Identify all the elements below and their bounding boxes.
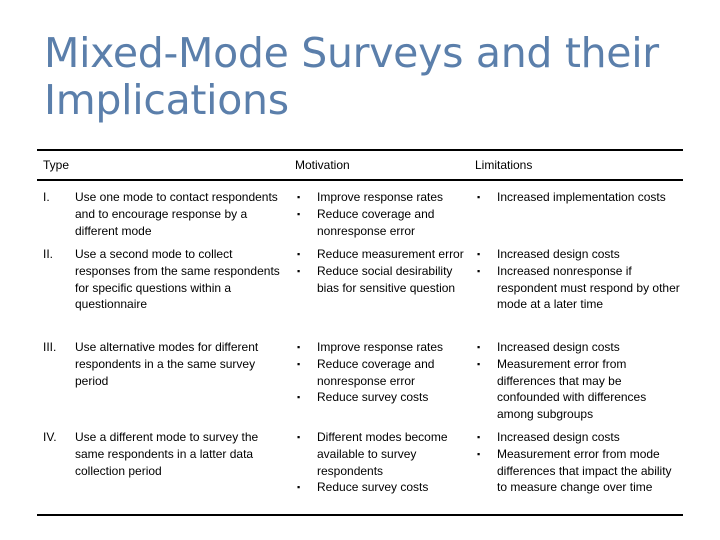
limitation-item: ▪ Increased design costs <box>475 246 683 263</box>
motivation-item: ▪ Improve response rates <box>295 339 475 356</box>
bullet-icon: ▪ <box>477 432 481 442</box>
limitation-item-text: Increased design costs <box>497 340 620 354</box>
bullet-icon: ▪ <box>477 249 481 259</box>
bullet-icon: ▪ <box>297 432 301 442</box>
bullet-icon: ▪ <box>297 249 301 259</box>
motivation-cell: ▪ Improve response rates ▪ Reduce coverage … <box>295 189 475 239</box>
limitation-item: ▪ Increased nonresponse if respondent mus… <box>475 263 683 313</box>
table-header-row: Type Motivation Limitations <box>37 151 683 181</box>
table-row: IV. Use a different mode to survey the sa… <box>37 422 683 514</box>
motivation-item-text: Improve response rates <box>317 340 444 354</box>
limitation-item: ▪ Increased design costs <box>475 339 683 356</box>
type-cell: II. Use a second mode to collect response… <box>37 246 295 313</box>
table-row: III. Use alternative modes for different … <box>37 332 683 422</box>
motivation-list: ▪ Reduce measurement error ▪ Reduce social … <box>295 246 475 296</box>
limitations-cell: ▪ Increased design costs ▪ Increased nonres… <box>475 246 683 313</box>
limitations-list: ▪ Increased implementation costs <box>475 189 683 206</box>
limitations-cell: ▪ Increased design costs ▪ Measurement erro… <box>475 339 683 423</box>
bullet-icon: ▪ <box>297 392 301 403</box>
limitations-list: ▪ Increased design costs ▪ Measurement erro… <box>475 429 683 496</box>
bullet-icon: ▪ <box>477 358 481 369</box>
bullet-icon: ▪ <box>297 265 301 276</box>
motivation-item-text: Reduce coverage and nonresponse error <box>317 206 435 238</box>
motivation-list: ▪ Improve response rates ▪ Reduce coverage … <box>295 189 475 239</box>
bullet-icon: ▪ <box>477 265 481 276</box>
motivation-item-text: Reduce coverage and nonresponse error <box>317 356 435 388</box>
limitation-item-text: Increased design costs <box>497 430 620 444</box>
limitation-item: ▪ Measurement error from mode differences… <box>475 446 683 496</box>
limitation-item-text: Increased implementation costs <box>497 190 666 204</box>
bullet-icon: ▪ <box>297 342 301 352</box>
motivation-item-text: Different modes become available to surv… <box>317 430 448 478</box>
bullet-icon: ▪ <box>297 192 301 202</box>
motivation-item: ▪ Reduce social desirability bias for sen… <box>295 263 475 297</box>
limitation-item-text: Measurement error from differences that … <box>497 356 647 422</box>
limitation-item: ▪ Increased implementation costs <box>475 189 683 206</box>
row-number: III. <box>43 340 57 354</box>
type-cell: IV. Use a different mode to survey the sa… <box>37 429 295 479</box>
table-body: I. Use one mode to contact respondents an… <box>37 181 683 514</box>
motivation-item: ▪ Improve response rates <box>295 189 475 206</box>
row-description: Use one mode to contact respondents and … <box>75 190 278 238</box>
type-cell: III. Use alternative modes for different … <box>37 339 295 389</box>
motivation-item-text: Improve response rates <box>317 190 444 204</box>
bullet-icon: ▪ <box>477 448 481 459</box>
type-cell: I. Use one mode to contact respondents an… <box>37 189 295 239</box>
motivation-item: ▪ Reduce measurement error <box>295 246 475 263</box>
row-description: Use alternative modes for different resp… <box>75 340 259 388</box>
limitation-item-text: Measurement error from mode differences … <box>497 446 672 495</box>
motivation-item: ▪ Reduce survey costs <box>295 479 475 496</box>
motivation-cell: ▪ Reduce measurement error ▪ Reduce social … <box>295 246 475 296</box>
slide-title: Mixed-Mode Surveys and their Implication… <box>44 29 659 124</box>
table-row: II. Use a second mode to collect response… <box>37 239 683 332</box>
row-description: Use a second mode to collect responses f… <box>75 247 280 312</box>
row-description: Use a different mode to survey the same … <box>75 430 259 478</box>
limitation-item: ▪ Measurement error from differences that… <box>475 356 683 423</box>
motivation-item: ▪ Different modes become available to sur… <box>295 429 475 479</box>
limitations-list: ▪ Increased design costs ▪ Measurement erro… <box>475 339 683 423</box>
bullet-icon: ▪ <box>477 192 481 202</box>
motivation-item: ▪ Reduce coverage and nonresponse error <box>295 356 475 390</box>
bullet-icon: ▪ <box>297 208 301 219</box>
row-number: IV. <box>43 430 57 444</box>
limitation-item-text: Increased nonresponse if respondent must… <box>497 263 680 312</box>
motivation-item: ▪ Reduce survey costs <box>295 389 475 406</box>
limitation-item-text: Increased design costs <box>497 247 620 261</box>
motivation-item-text: Reduce survey costs <box>317 390 429 405</box>
motivation-item: ▪ Reduce coverage and nonresponse error <box>295 206 475 240</box>
motivation-list: ▪ Different modes become available to sur… <box>295 429 475 496</box>
bullet-icon: ▪ <box>297 358 301 369</box>
limitations-cell: ▪ Increased design costs ▪ Measurement erro… <box>475 429 683 496</box>
motivation-cell: ▪ Improve response rates ▪ Reduce coverage … <box>295 339 475 406</box>
motivation-item-text: Reduce measurement error <box>317 247 464 261</box>
row-number: II. <box>43 247 54 261</box>
motivation-item-text: Reduce survey costs <box>317 480 429 495</box>
modes-table: Type Motivation Limitations I. Use one mo… <box>37 149 683 516</box>
motivation-list: ▪ Improve response rates ▪ Reduce coverage … <box>295 339 475 406</box>
header-motivation: Motivation <box>295 157 350 172</box>
header-limitations: Limitations <box>475 157 533 172</box>
table-row: I. Use one mode to contact respondents an… <box>37 181 683 239</box>
limitation-item: ▪ Increased design costs <box>475 429 683 446</box>
bullet-icon: ▪ <box>477 342 481 352</box>
bullet-icon: ▪ <box>297 482 301 493</box>
motivation-item-text: Reduce social desirability bias for sens… <box>317 263 456 295</box>
motivation-cell: ▪ Different modes become available to sur… <box>295 429 475 496</box>
limitations-cell: ▪ Increased implementation costs <box>475 189 683 206</box>
row-number: I. <box>43 190 50 204</box>
limitations-list: ▪ Increased design costs ▪ Increased nonres… <box>475 246 683 313</box>
header-type: Type <box>43 157 70 172</box>
